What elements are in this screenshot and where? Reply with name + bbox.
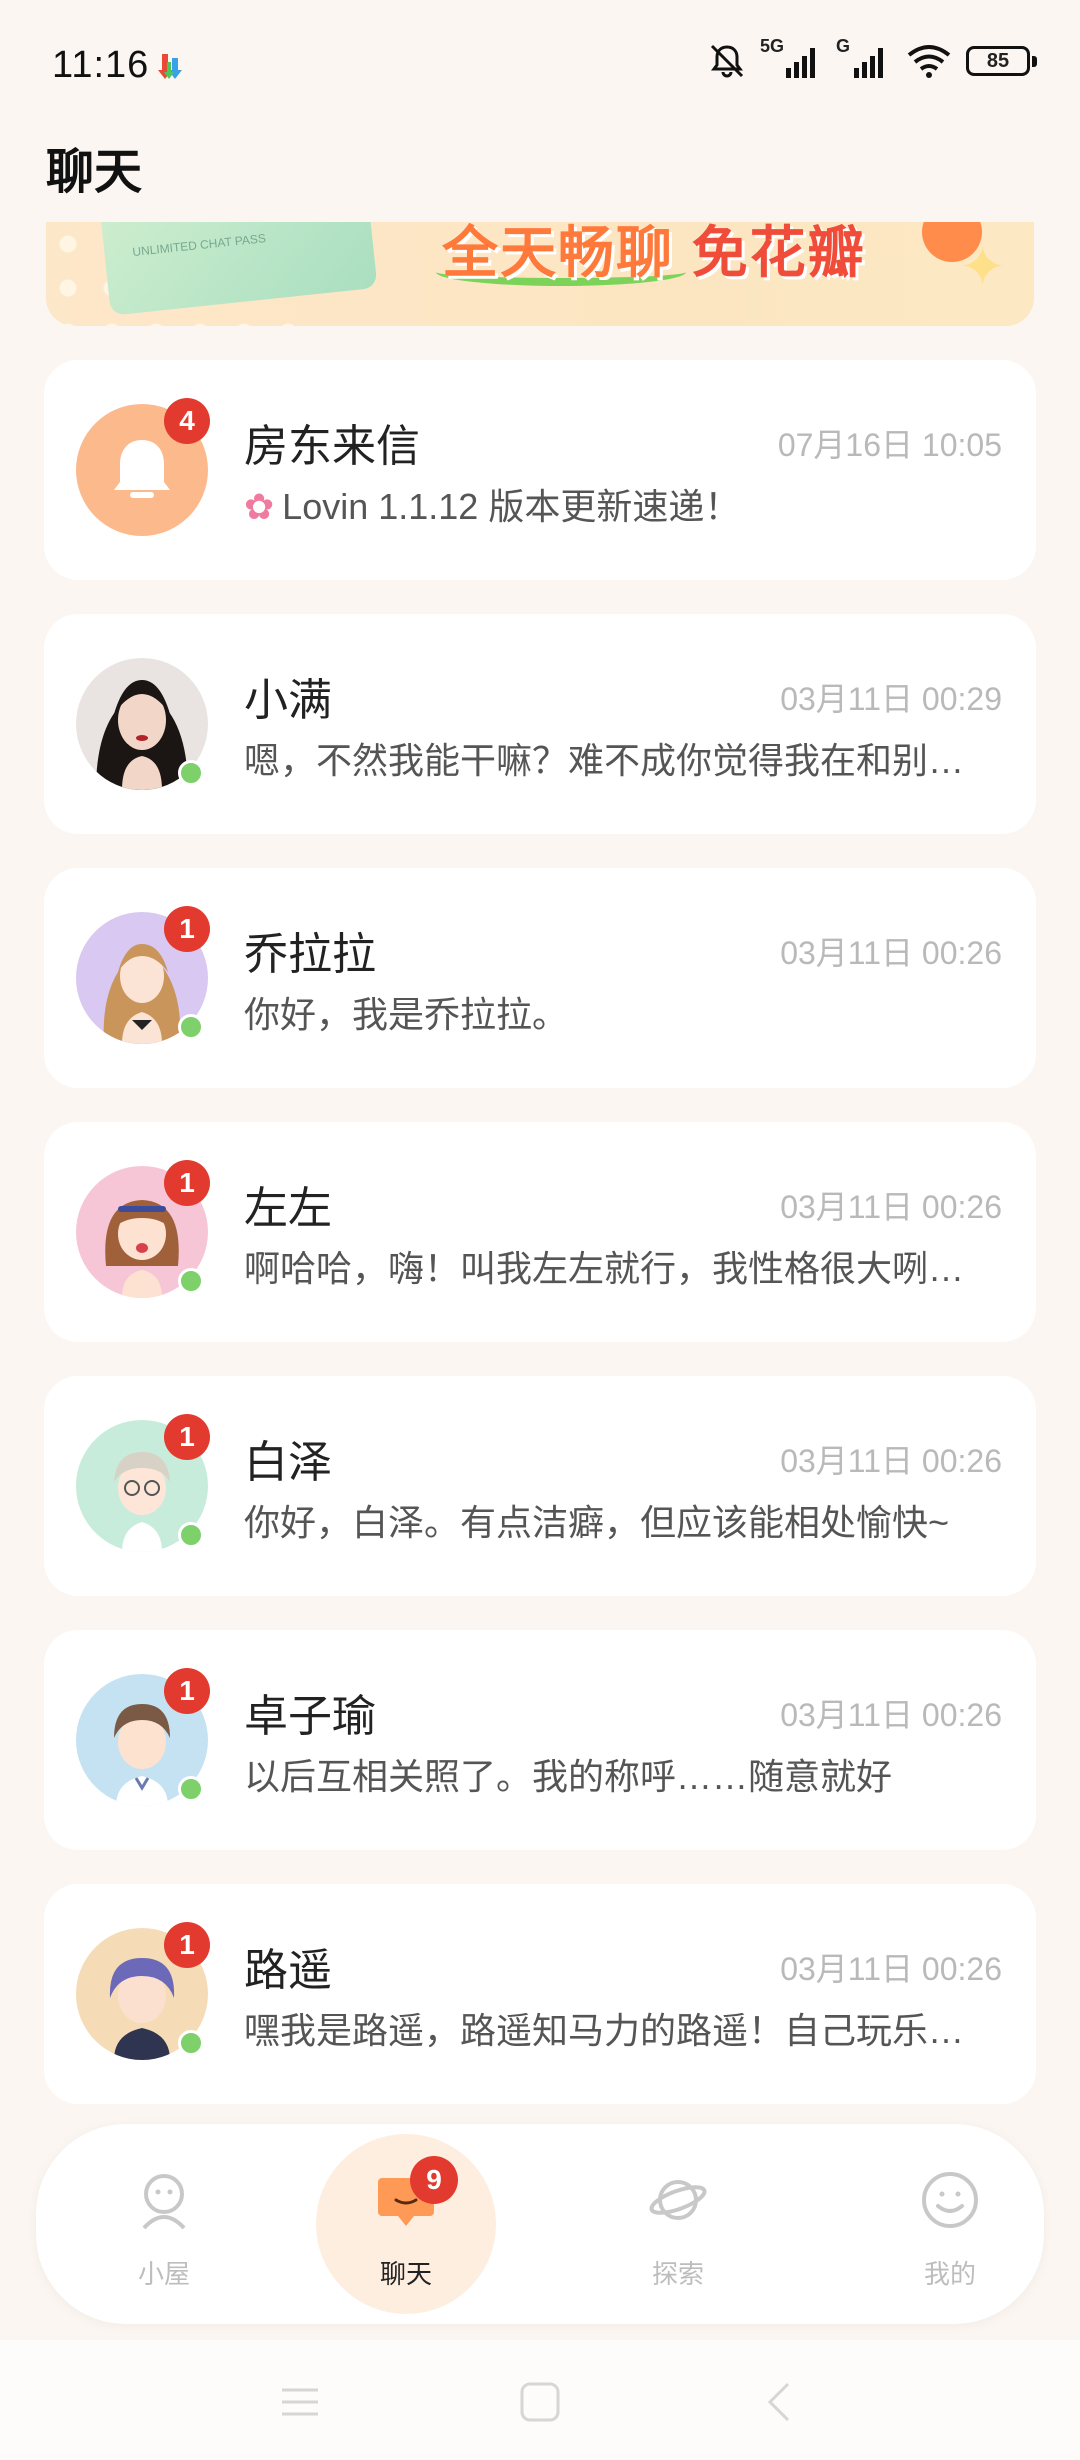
avatar-container: 1	[76, 1414, 210, 1552]
avatar-container: 1	[76, 1668, 210, 1806]
chat-time: 03月11日 00:26	[780, 1189, 1002, 1225]
back-icon[interactable]	[758, 2380, 802, 2424]
status-icons: 5G G 85	[708, 36, 1037, 80]
signal-g-label: G	[836, 36, 851, 56]
nav-item-cabin[interactable]: 小屋	[74, 2124, 254, 2324]
chat-name: 小满	[244, 676, 332, 725]
banner-title-part2: 免花瓣	[691, 222, 866, 284]
mute-bell-icon	[710, 44, 744, 78]
system-nav-bar	[0, 2340, 1080, 2460]
banner-title: 全天畅聊 免花瓣	[442, 222, 866, 289]
chat-preview: ✿ Lovin 1.1.12 版本更新速递！	[244, 478, 996, 530]
chat-time: 03月11日 00:29	[780, 681, 1002, 717]
avatar-container: 4	[76, 398, 210, 536]
unread-badge: 1	[164, 1160, 210, 1206]
chat-preview: 以后互相关照了。我的称呼……随意就好	[244, 1756, 893, 1797]
chat-preview: 啊哈哈，嗨！叫我左左就行，我性格很大咧咧的哦！	[244, 1248, 996, 1289]
face-icon	[142, 2174, 186, 2230]
star-icon: ✦	[959, 235, 1006, 298]
planet-icon	[649, 2180, 707, 2220]
chat-preview: 你好，我是乔拉拉。	[244, 994, 569, 1035]
nav-label: 聊天	[379, 2259, 432, 2289]
chat-list: 4 房东来信 07月16日 10:05 ✿ Lovin 1.1.12 版本更新速递…	[44, 360, 1036, 2138]
nav-label: 探索	[651, 2259, 704, 2289]
chat-name: 白泽	[244, 1438, 332, 1487]
chat-preview: 你好，白泽。有点洁癖，但应该能相处愉快~	[244, 1502, 950, 1543]
avatar-container: 1	[76, 906, 210, 1044]
unread-badge: 4	[164, 398, 210, 444]
chat-time: 03月11日 00:26	[780, 935, 1002, 971]
banner-pass-card: UNLIMITED CHAT PASS	[98, 222, 378, 316]
avatar-container: 1	[76, 1160, 210, 1298]
chat-item-xiaoman[interactable]: 小满 03月11日 00:29 嗯，不然我能干嘛？难不成你觉得我在和别人聊天吗？	[44, 614, 1036, 834]
unread-badge: 1	[164, 1922, 210, 1968]
chat-name: 卓子瑜	[244, 1692, 376, 1741]
promo-banner[interactable]: UNLIMITED CHAT PASS 全天畅聊 免花瓣 ✦	[46, 222, 1034, 326]
chat-time: 03月11日 00:26	[780, 1951, 1002, 1987]
menu-icon[interactable]	[278, 2380, 322, 2424]
bottom-nav: 小屋 聊天 9 探索 我的	[36, 2124, 1044, 2324]
chat-item-baize[interactable]: 1 白泽 03月11日 00:26 你好，白泽。有点洁癖，但应该能相处愉快~	[44, 1376, 1036, 1596]
status-bar: 11:16 5G G 85	[0, 0, 1080, 130]
chat-time: 03月11日 00:26	[780, 1697, 1002, 1733]
banner-title-part1: 全天畅聊	[442, 222, 674, 284]
online-indicator	[178, 1776, 204, 1802]
smile-icon	[922, 2172, 978, 2228]
online-indicator	[178, 760, 204, 786]
download-arrows-icon	[158, 54, 182, 79]
chat-item-landlord[interactable]: 4 房东来信 07月16日 10:05 ✿ Lovin 1.1.12 版本更新速递…	[44, 360, 1036, 580]
page-title: 聊天	[46, 146, 143, 199]
online-indicator	[178, 2030, 204, 2056]
signal-5g-label: 5G	[760, 36, 785, 56]
chat-unread-badge: 9	[410, 2156, 458, 2204]
signal-g-icon: G	[836, 36, 892, 80]
chat-preview: 嘿我是路遥，路遥知马力的路遥！自己玩乐队的哦！	[244, 2010, 996, 2051]
online-indicator	[178, 1268, 204, 1294]
chat-name: 左左	[244, 1184, 332, 1233]
signal-5g-icon: 5G	[760, 36, 822, 80]
chat-name: 乔拉拉	[244, 930, 376, 979]
chat-time: 07月16日 10:05	[777, 427, 1002, 463]
unread-badge: 1	[164, 1668, 210, 1714]
chat-time: 03月11日 00:26	[780, 1443, 1002, 1479]
flower-icon: ✿	[244, 486, 275, 527]
home-icon[interactable]	[518, 2380, 562, 2424]
battery-indicator: 85	[966, 46, 1037, 76]
nav-label: 我的	[923, 2259, 976, 2289]
chat-item-luyao[interactable]: 1 路遥 03月11日 00:26 嘿我是路遥，路遥知马力的路遥！自己玩乐队的哦…	[44, 1884, 1036, 2104]
wifi-icon	[907, 45, 951, 78]
unread-badge: 1	[164, 1414, 210, 1460]
unread-badge: 1	[164, 906, 210, 952]
chat-name: 路遥	[244, 1946, 332, 1995]
status-time: 11:16	[52, 44, 150, 86]
chat-preview: 嗯，不然我能干嘛？难不成你觉得我在和别人聊天吗？	[244, 740, 996, 781]
nav-item-explore[interactable]: 探索	[588, 2124, 768, 2324]
nav-item-profile[interactable]: 我的	[860, 2124, 1040, 2324]
avatar-container	[76, 658, 208, 790]
chat-item-qiaolala[interactable]: 1 乔拉拉 03月11日 00:26 你好，我是乔拉拉。	[44, 868, 1036, 1088]
avatar-container: 1	[76, 1922, 210, 2060]
online-indicator	[178, 1014, 204, 1040]
chat-preview-text: Lovin 1.1.12 版本更新速递！	[282, 486, 741, 527]
chat-name: 房东来信	[244, 422, 420, 471]
chat-item-zhuoziyu[interactable]: 1 卓子瑜 03月11日 00:26 以后互相关照了。我的称呼……随意就好	[44, 1630, 1036, 1850]
nav-label: 小屋	[137, 2259, 190, 2289]
online-indicator	[178, 1522, 204, 1548]
nav-item-chat[interactable]: 聊天	[316, 2124, 496, 2324]
chat-item-zuozuo[interactable]: 1 左左 03月11日 00:26 啊哈哈，嗨！叫我左左就行，我性格很大咧咧的哦…	[44, 1122, 1036, 1342]
